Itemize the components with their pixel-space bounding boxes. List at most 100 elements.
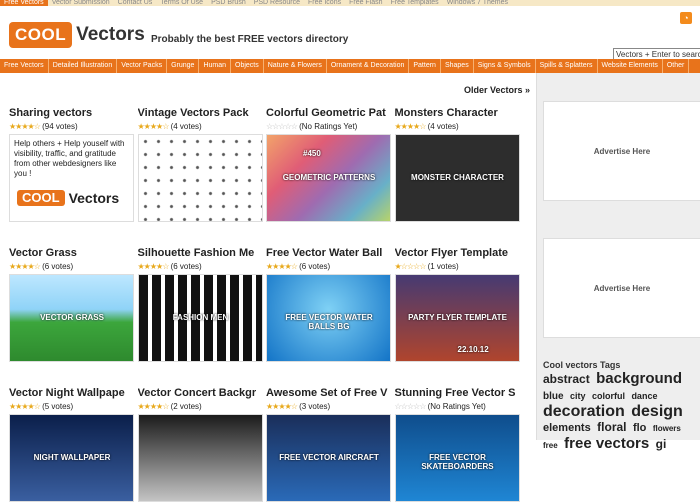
vote-count: (3 votes)	[296, 402, 331, 411]
card-thumbnail[interactable]: GEOMETRIC PATTERNS #450	[266, 134, 391, 222]
rating-stars[interactable]: ☆☆☆☆☆	[266, 122, 298, 131]
nav-item[interactable]: Website Elements	[598, 59, 663, 73]
tag-link[interactable]: blue	[543, 391, 564, 402]
rating-stars[interactable]: ★★★★☆	[138, 262, 170, 271]
vote-count: (6 votes)	[39, 262, 74, 271]
card-thumbnail[interactable]: MONSTER CHARACTER	[394, 134, 520, 222]
vector-card[interactable]: Vintage Vectors Pack ★★★★☆ (4 votes)	[137, 107, 263, 222]
card-title[interactable]: Monsters Character	[395, 107, 520, 121]
advertise-slot-1[interactable]: Advertise Here	[543, 101, 700, 201]
vector-card[interactable]: Silhouette Fashion Me ★★★★☆ (6 votes) FASH…	[137, 247, 263, 362]
card-thumbnail[interactable]: FASHION MEN	[137, 274, 263, 362]
tag-link[interactable]: design	[631, 403, 683, 420]
nav-item[interactable]: Pattern	[409, 59, 441, 73]
vector-card[interactable]: Vector Grass ★★★★☆ (6 votes) VECTOR GRASS	[9, 247, 134, 362]
nav-item[interactable]: Shapes	[441, 59, 474, 73]
card-title[interactable]: Vector Night Wallpape	[9, 387, 134, 401]
tag-link[interactable]: dance	[631, 391, 657, 401]
vector-card[interactable]: Stunning Free Vector S ☆☆☆☆☆ (No Ratings …	[394, 387, 520, 502]
rating-stars[interactable]: ★★★★☆	[138, 402, 170, 411]
thumbnail-label: VECTOR GRASS	[40, 313, 104, 322]
tag-link[interactable]: free	[543, 441, 558, 450]
rating-stars[interactable]: ★★★★☆	[9, 402, 41, 411]
nav-item[interactable]: Human	[199, 59, 232, 73]
vector-card[interactable]: Vector Night Wallpape ★★★★☆ (5 votes) NIGH…	[9, 387, 134, 502]
header: COOL Vectors Probably the best FREE vect…	[0, 6, 700, 61]
thumbnail-label: MONSTER CHARACTER	[411, 173, 504, 182]
card-title[interactable]: Vector Grass	[9, 247, 134, 261]
nav-item[interactable]: Nature & Flowers	[264, 59, 327, 73]
nav-item[interactable]: Other	[663, 59, 690, 73]
vote-count: (2 votes)	[168, 402, 202, 411]
card-thumbnail[interactable]: FREE VECTOR SKATEBOARDERS	[394, 414, 520, 502]
nav-item[interactable]: Spills & Splatters	[536, 59, 598, 73]
card-rating: ★★★★☆ (4 votes)	[395, 122, 520, 131]
vector-card[interactable]: Sharing vectors ★★★★☆ (94 votes) Help othe…	[9, 107, 134, 222]
tag-link[interactable]: city	[570, 391, 586, 401]
card-title[interactable]: Stunning Free Vector S	[395, 387, 520, 401]
card-thumbnail[interactable]: PARTY FLYER TEMPLATE 22.10.12	[394, 274, 520, 362]
vote-count: (1 votes)	[425, 262, 459, 271]
tag-link[interactable]: background	[596, 370, 682, 387]
tag-link[interactable]: colorful	[592, 391, 625, 401]
vector-card[interactable]: Colorful Geometric Pat ☆☆☆☆☆ (No Ratings …	[266, 107, 391, 222]
sidebar: Advertise Here Advertise Here Cool vecto…	[536, 73, 700, 451]
card-thumbnail[interactable]	[137, 414, 263, 502]
rating-stars[interactable]: ★★★★☆	[266, 262, 298, 271]
tag-link[interactable]: elements	[543, 422, 591, 434]
vector-card[interactable]: Vector Concert Backgr ★★★★☆ (2 votes)	[137, 387, 263, 502]
card-title[interactable]: Sharing vectors	[9, 107, 134, 121]
card-rating: ★★★★☆ (94 votes)	[9, 122, 134, 131]
rating-stars[interactable]: ★★★★☆	[395, 122, 427, 131]
vector-card[interactable]: Free Vector Water Ball ★★★★☆ (6 votes) FRE…	[266, 247, 391, 362]
rating-stars[interactable]: ★☆☆☆☆	[395, 262, 427, 271]
older-vectors-link[interactable]: Older Vectors »	[464, 85, 530, 95]
rating-stars[interactable]: ★★★★☆	[266, 402, 298, 411]
tag-link[interactable]: abstract	[543, 372, 590, 386]
mini-logo: COOL Vectors	[17, 190, 119, 206]
nav-item[interactable]: Vector Packs	[117, 59, 168, 73]
tag-link[interactable]: flowers	[653, 424, 681, 433]
card-thumbnail[interactable]: NIGHT WALLPAPER	[9, 414, 134, 502]
card-title[interactable]: Silhouette Fashion Me	[138, 247, 263, 261]
card-title[interactable]: Vector Concert Backgr	[138, 387, 263, 401]
card-thumbnail[interactable]: Help others + Help youself with visibili…	[9, 134, 134, 222]
nav-item[interactable]: Free Vectors	[0, 59, 49, 73]
tag-link[interactable]: gi	[656, 437, 667, 451]
vote-count: (4 votes)	[425, 122, 459, 131]
rating-stars[interactable]: ★★★★☆	[138, 122, 170, 131]
nav-item[interactable]: Detailed Illustration	[49, 59, 118, 73]
tag-link[interactable]: floral	[597, 420, 626, 434]
rating-stars[interactable]: ★★★★☆	[9, 122, 41, 131]
card-thumbnail[interactable]: VECTOR GRASS	[9, 274, 134, 362]
card-title[interactable]: Free Vector Water Ball	[266, 247, 391, 261]
logo-vectors: Vectors	[76, 24, 145, 45]
card-title[interactable]: Awesome Set of Free V	[266, 387, 391, 401]
thumbnail-date: 22.10.12	[457, 345, 489, 354]
rating-stars[interactable]: ☆☆☆☆☆	[395, 402, 427, 411]
vector-card[interactable]: Monsters Character ★★★★☆ (4 votes) MONSTER…	[394, 107, 520, 222]
tag-link[interactable]: decoration	[543, 403, 625, 420]
site-tagline: Probably the best FREE vectors directory	[151, 34, 349, 45]
card-title[interactable]: Vintage Vectors Pack	[138, 107, 263, 121]
card-thumbnail[interactable]: FREE VECTOR AIRCRAFT	[266, 414, 391, 502]
tag-link[interactable]: flo	[633, 422, 646, 434]
vector-card[interactable]: Vector Flyer Template ★☆☆☆☆ (1 votes) PART…	[394, 247, 520, 362]
card-rating: ★★★★☆ (3 votes)	[266, 402, 391, 411]
card-title[interactable]: Colorful Geometric Pat	[266, 107, 391, 121]
card-rating: ★★★★☆ (5 votes)	[9, 402, 134, 411]
advertise-slot-2[interactable]: Advertise Here	[543, 238, 700, 338]
card-rating: ★★★★☆ (6 votes)	[138, 262, 263, 271]
card-title[interactable]: Vector Flyer Template	[395, 247, 520, 261]
card-thumbnail[interactable]	[137, 134, 263, 222]
rating-stars[interactable]: ★★★★☆	[9, 262, 41, 271]
site-logo[interactable]: COOL Vectors	[9, 22, 145, 48]
nav-item[interactable]: Objects	[231, 59, 264, 73]
tag-link[interactable]: free vectors	[564, 435, 649, 452]
nav-item[interactable]: Grunge	[167, 59, 200, 73]
nav-item[interactable]: Signs & Symbols	[474, 59, 536, 73]
rss-icon[interactable]: ◔	[680, 12, 692, 24]
vector-card[interactable]: Awesome Set of Free V ★★★★☆ (3 votes) FREE…	[266, 387, 391, 502]
card-thumbnail[interactable]: FREE VECTOR WATER BALLS BG	[266, 274, 391, 362]
nav-item[interactable]: Ornament & Decoration	[327, 59, 410, 73]
